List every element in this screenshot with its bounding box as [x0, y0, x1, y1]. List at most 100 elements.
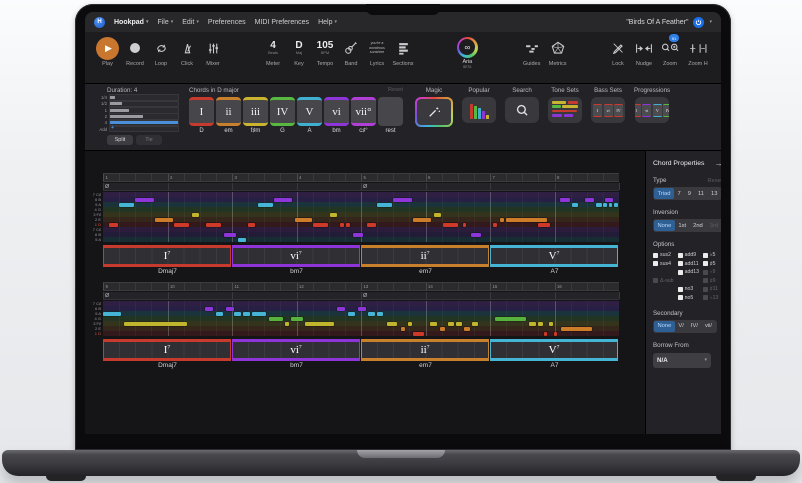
progressions-button[interactable]: IviVIV: [635, 97, 669, 123]
note[interactable]: [614, 203, 618, 207]
option-5[interactable]: ♯5: [703, 261, 718, 267]
note[interactable]: [538, 322, 543, 326]
note[interactable]: [174, 223, 189, 227]
option-add11[interactable]: add11: [678, 261, 699, 267]
note[interactable]: [413, 332, 423, 336]
duration-track[interactable]: [109, 113, 179, 120]
note[interactable]: [387, 322, 397, 326]
menu-item-help[interactable]: Help▾: [318, 19, 337, 26]
chord-span[interactable]: vi7: [232, 245, 360, 267]
popular-tool[interactable]: Popular: [462, 87, 496, 127]
duration-row-1[interactable]: 1: [93, 108, 185, 113]
option-sus2[interactable]: sus2: [653, 252, 674, 258]
duration-track[interactable]: [109, 94, 179, 101]
duration-row-Add[interactable]: Add+: [93, 127, 185, 132]
note[interactable]: [463, 223, 467, 227]
option-no5[interactable]: no5: [678, 295, 699, 301]
note[interactable]: [603, 203, 607, 207]
option-add13[interactable]: add13: [678, 269, 699, 275]
borrow-from-dropdown[interactable]: N/A ▾: [653, 353, 711, 368]
secondary-option-vii[interactable]: vii/: [701, 321, 715, 332]
magic-button[interactable]: [415, 97, 453, 127]
note[interactable]: [269, 317, 283, 321]
option-13[interactable]: ♭13: [703, 295, 718, 301]
note[interactable]: [119, 203, 134, 207]
option-9[interactable]: ♯9: [703, 278, 718, 284]
note[interactable]: [401, 327, 405, 331]
chord-button-I[interactable]: ID: [189, 97, 214, 134]
note[interactable]: [348, 312, 355, 316]
section-strip[interactable]: ØØ: [103, 183, 619, 191]
note[interactable]: [367, 223, 376, 227]
nudge-button[interactable]: Nudge: [631, 36, 657, 67]
type-option-13[interactable]: 13: [708, 188, 721, 199]
duration-row-1-2[interactable]: 1/2: [93, 101, 185, 106]
mixer-button[interactable]: Mixer: [200, 36, 226, 67]
note[interactable]: [103, 312, 121, 316]
note[interactable]: [248, 223, 255, 227]
note[interactable]: [206, 223, 221, 227]
note[interactable]: [330, 213, 337, 217]
note[interactable]: [605, 198, 613, 202]
note[interactable]: [337, 307, 346, 311]
collapse-panel-arrow-icon[interactable]: →: [715, 159, 721, 168]
option-11[interactable]: ♯11: [703, 286, 718, 292]
option-no3[interactable]: no3: [678, 286, 699, 292]
note[interactable]: [243, 312, 249, 316]
option-sus4[interactable]: sus4: [653, 261, 674, 267]
menu-item-midi-preferences[interactable]: MIDI Preferences: [255, 19, 309, 26]
chord-button-face[interactable]: IV: [270, 97, 295, 126]
note[interactable]: [561, 327, 592, 331]
type-option-7[interactable]: 7: [674, 188, 684, 199]
note[interactable]: [472, 322, 477, 326]
chord-button-face[interactable]: vii°: [351, 97, 376, 126]
bass-sets-tool[interactable]: Bass Sets IviIV: [591, 87, 625, 127]
note[interactable]: [377, 203, 392, 207]
note[interactable]: [274, 198, 292, 202]
note[interactable]: [109, 223, 118, 227]
section-marker[interactable]: Ø: [105, 183, 109, 191]
note[interactable]: [456, 322, 461, 326]
account-power-button[interactable]: [693, 17, 704, 28]
note[interactable]: [234, 312, 240, 316]
duration-track[interactable]: +: [109, 126, 179, 133]
hookpad-logo-icon[interactable]: H: [94, 17, 105, 28]
note[interactable]: [135, 198, 153, 202]
option-add9[interactable]: add9: [678, 252, 699, 258]
note[interactable]: [291, 317, 303, 321]
note[interactable]: [358, 307, 367, 311]
note[interactable]: [585, 198, 594, 202]
section-marker[interactable]: Ø: [105, 292, 109, 300]
duration-row-4[interactable]: 4: [93, 120, 185, 125]
zoom-button[interactable]: 91 Zoom: [657, 36, 683, 67]
tempo-control[interactable]: 105BPM Tempo: [312, 36, 338, 67]
chord-button-face[interactable]: V: [297, 97, 322, 126]
chord-button-face[interactable]: [378, 97, 403, 126]
inversion-option-3rd[interactable]: 3rd: [706, 220, 721, 231]
note[interactable]: [124, 322, 188, 326]
note[interactable]: [216, 312, 223, 316]
tone-sets-button[interactable]: [548, 97, 582, 123]
type-reset-button[interactable]: Reset: [708, 178, 722, 184]
lock-button[interactable]: Lock: [605, 36, 631, 67]
chord-span[interactable]: ii7: [361, 245, 489, 267]
chord-button-IV[interactable]: IVG: [270, 97, 295, 134]
band-button[interactable]: Band: [338, 36, 364, 67]
note[interactable]: [440, 327, 445, 331]
inversion-option-1st[interactable]: 1st: [675, 220, 690, 231]
measure-ruler[interactable]: 910111213141516: [103, 282, 619, 291]
chord-button-V[interactable]: VA: [297, 97, 322, 134]
note[interactable]: [609, 203, 613, 207]
key-control[interactable]: DMaj Key: [286, 36, 312, 67]
note[interactable]: [560, 198, 569, 202]
secondary-option-none[interactable]: None: [654, 321, 675, 332]
chord-span[interactable]: V7: [490, 339, 618, 361]
search-tool[interactable]: Search: [505, 87, 539, 127]
menu-item-file[interactable]: File▾: [157, 19, 173, 26]
note[interactable]: [295, 218, 312, 222]
bass-sets-button[interactable]: IviIV: [591, 97, 625, 123]
note[interactable]: [434, 213, 441, 217]
chord-button-vii°[interactable]: vii°c♯°: [351, 97, 376, 134]
note[interactable]: [192, 213, 199, 217]
note[interactable]: [258, 203, 273, 207]
